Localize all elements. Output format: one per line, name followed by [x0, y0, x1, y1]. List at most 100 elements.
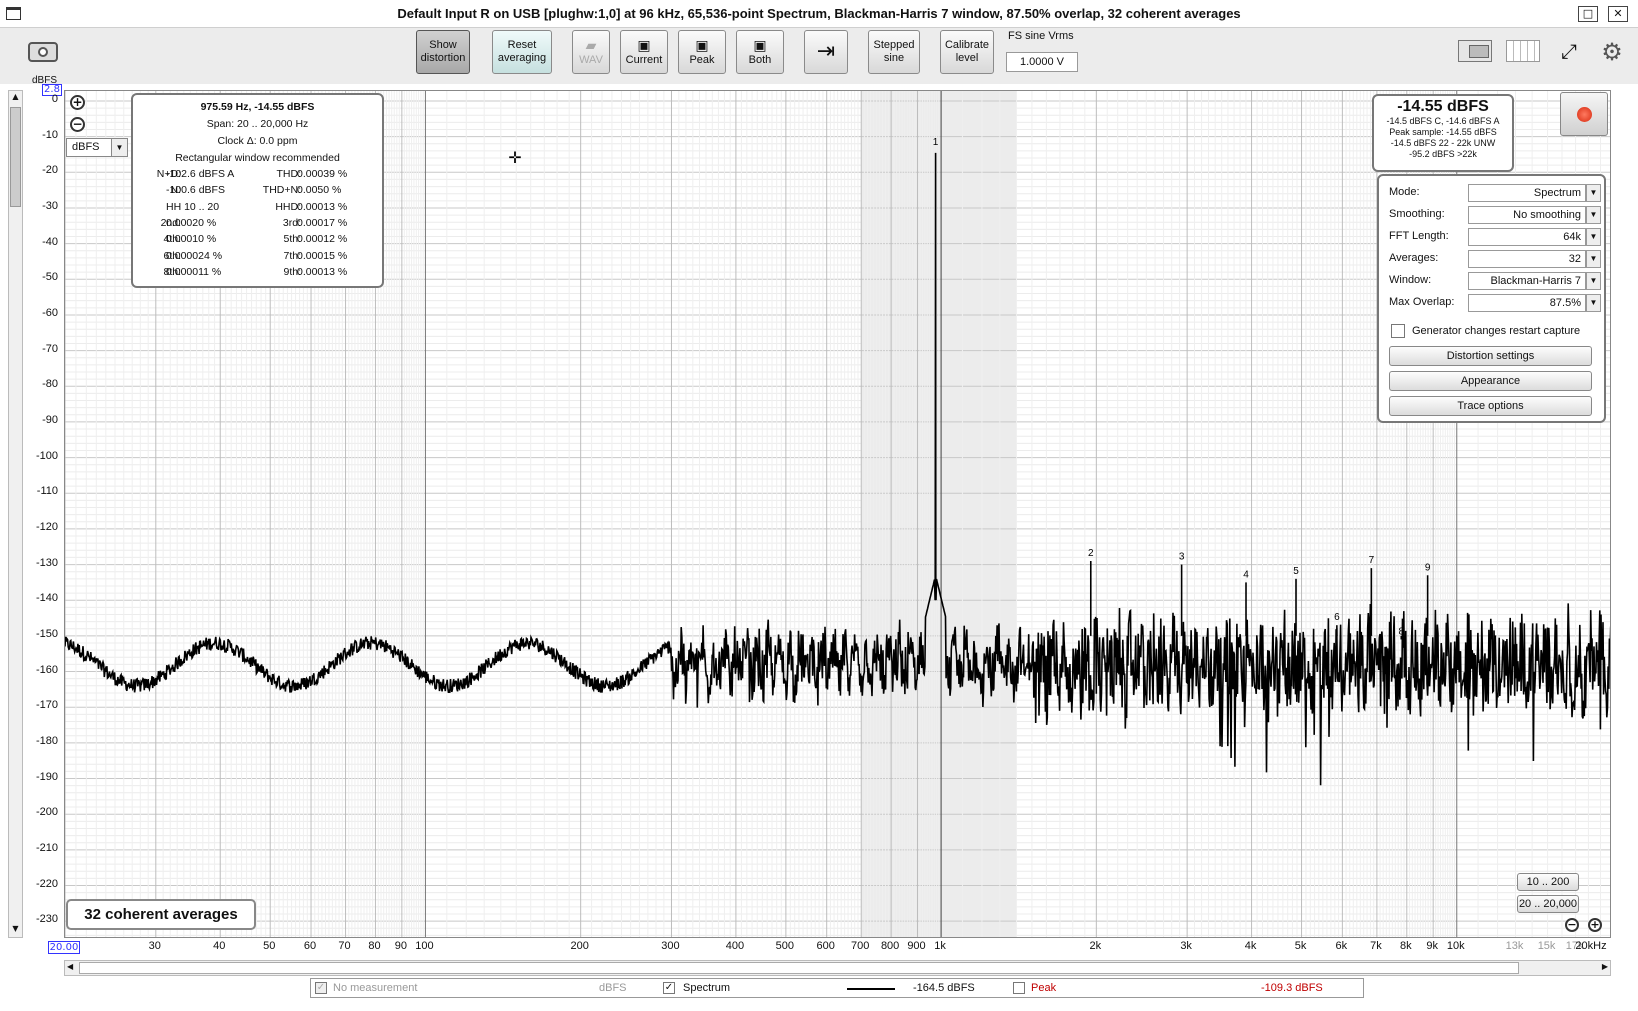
- y-tick-label: -210: [35, 841, 58, 854]
- x-tick-label: 400: [725, 940, 745, 952]
- chevron-down-icon[interactable]: ▼: [1586, 206, 1601, 224]
- spectrum-value: -164.5 dBFS: [913, 982, 975, 994]
- close-button[interactable]: ✕: [1608, 6, 1628, 22]
- distortion-settings-button[interactable]: Distortion settings: [1389, 346, 1592, 366]
- y-tick-label: -170: [35, 699, 58, 712]
- save-peak-button[interactable]: ▣ Peak: [678, 30, 726, 74]
- save-both-button[interactable]: ▣ Both: [736, 30, 784, 74]
- scroll-thumb[interactable]: [10, 107, 21, 207]
- import-button[interactable]: ⇥: [804, 30, 848, 74]
- x-tick-label: 30: [148, 940, 161, 952]
- no-measurement-checkbox[interactable]: ✓: [315, 982, 327, 994]
- title-bar: Default Input R on USB [plughw:1,0] at 9…: [0, 0, 1638, 28]
- import-icon: ⇥: [816, 38, 836, 63]
- chevron-down-icon[interactable]: ▼: [1586, 228, 1601, 246]
- scroll-down-icon[interactable]: ▼: [10, 924, 21, 936]
- scroll-right-icon[interactable]: ▶: [1602, 962, 1608, 971]
- setting-row: Window: Blackman-Harris 7 ▼: [1389, 272, 1601, 290]
- distortion-header: 975.59 Hz, -14.55 dBFS: [200, 101, 315, 113]
- gear-icon[interactable]: ⚙: [1598, 38, 1626, 66]
- fundamental-label: 1: [933, 137, 939, 148]
- peak-checkbox[interactable]: [1013, 982, 1025, 994]
- setting-select[interactable]: 64k: [1468, 228, 1586, 246]
- y-tick-label: -70: [42, 342, 58, 355]
- chevron-down-icon: ▼: [111, 139, 127, 156]
- expand-arrows-icon[interactable]: ⤢: [1552, 38, 1586, 64]
- setting-row: FFT Length: 64k ▼: [1389, 228, 1601, 246]
- x-tick-label: 10k: [1446, 940, 1465, 952]
- scroll-left-icon[interactable]: ◀: [67, 962, 73, 971]
- show-distortion-button[interactable]: Show distortion: [416, 30, 470, 74]
- setting-select[interactable]: Spectrum: [1468, 184, 1586, 202]
- y-tick-label: -130: [35, 556, 58, 569]
- y-tick-label: -110: [36, 485, 58, 498]
- crosshair-icon: ✛: [508, 148, 521, 167]
- setting-select[interactable]: 32: [1468, 250, 1586, 268]
- harmonic-label: 7: [1369, 555, 1375, 566]
- x-left-value[interactable]: 20.00: [48, 941, 80, 954]
- zoom-out-icon[interactable]: −: [70, 117, 85, 132]
- save-current-button[interactable]: ▣ Current: [620, 30, 668, 74]
- level-line: -14.5 dBFS C, -14.6 dBFS A: [1386, 116, 1500, 126]
- spectrum-checkbox[interactable]: ✓: [663, 982, 675, 994]
- range-20-20000-button[interactable]: 20 .. 20,000: [1517, 895, 1579, 913]
- harmonic-label: 2: [1088, 548, 1094, 559]
- x-tick-label: 1k: [934, 940, 946, 952]
- restart-capture-checkbox[interactable]: [1391, 324, 1405, 338]
- floppy-icon: ▣: [637, 36, 651, 53]
- range-10-200-button[interactable]: 10 .. 200: [1517, 873, 1579, 891]
- appearance-button[interactable]: Appearance: [1389, 371, 1592, 391]
- scroll-up-icon[interactable]: ▲: [10, 92, 21, 104]
- maximize-button[interactable]: □: [1578, 6, 1598, 22]
- distortion-metric-value: 0.00015 %: [297, 249, 348, 262]
- chevron-down-icon[interactable]: ▼: [1586, 250, 1601, 268]
- y-tick-label: -180: [35, 734, 58, 747]
- camera-icon[interactable]: [28, 42, 58, 62]
- harmonic-label: 5: [1293, 566, 1299, 577]
- x-tick-label: 4k: [1244, 940, 1257, 952]
- vertical-scrollbar[interactable]: ▲ ▼: [8, 90, 23, 938]
- setting-row: Mode: Spectrum ▼: [1389, 184, 1601, 202]
- trace-options-button[interactable]: Trace options: [1389, 396, 1592, 416]
- fs-sine-input[interactable]: 1.0000 V: [1006, 52, 1078, 72]
- setting-label: Mode:: [1389, 186, 1420, 198]
- setting-select[interactable]: No smoothing: [1468, 206, 1586, 224]
- distortion-metric-label: HHD:: [275, 200, 301, 213]
- record-button[interactable]: [1560, 92, 1608, 136]
- units-select[interactable]: dBFS ▼: [66, 138, 128, 157]
- stepped-sine-button[interactable]: Stepped sine: [868, 30, 920, 74]
- x-zoom-in-icon[interactable]: +: [1588, 918, 1602, 932]
- distortion-metric-label: 9th:: [283, 265, 301, 278]
- setting-row: Smoothing: No smoothing ▼: [1389, 206, 1601, 224]
- record-icon: [1577, 107, 1592, 122]
- chevron-down-icon[interactable]: ▼: [1586, 184, 1601, 202]
- setting-row: Averages: 32 ▼: [1389, 250, 1601, 268]
- level-panel: -14.55 dBFS -14.5 dBFS C, -14.6 dBFS A P…: [1372, 94, 1514, 172]
- level-line: -14.5 dBFS 22 - 22k UNW: [1390, 138, 1496, 148]
- setting-label: Averages:: [1389, 252, 1439, 264]
- peak-value: -109.3 dBFS: [1261, 982, 1323, 994]
- horizontal-scrollbar[interactable]: ◀ ▶: [64, 960, 1611, 976]
- x-axis-labels: 30 40 50 60 70 80 90 100 200 300 400 500 600 700 800 90…: [64, 940, 1611, 956]
- setting-select[interactable]: Blackman-Harris 7: [1468, 272, 1586, 290]
- x-zoom-out-icon[interactable]: −: [1565, 918, 1579, 932]
- y-tick-label: -40: [42, 235, 58, 248]
- zoom-in-icon[interactable]: +: [70, 95, 85, 110]
- span-text: Span: 20 .. 20,000 Hz: [206, 118, 309, 130]
- layout-icon[interactable]: [1458, 40, 1492, 62]
- legend-bar: ✓ No measurement dBFS ✓ Spectrum -164.5 …: [310, 978, 1364, 998]
- chevron-down-icon[interactable]: ▼: [1586, 294, 1601, 312]
- columns-icon[interactable]: [1506, 40, 1540, 62]
- scroll-thumb[interactable]: [79, 962, 1519, 974]
- save-wav-button[interactable]: ▰ WAV: [572, 30, 610, 74]
- x-tick-label: 100: [415, 940, 434, 952]
- y-tick-label: -220: [35, 877, 58, 890]
- y-tick-label: -150: [35, 627, 58, 640]
- chevron-down-icon[interactable]: ▼: [1586, 272, 1601, 290]
- reset-averaging-button[interactable]: Reset averaging: [492, 30, 552, 74]
- calibrate-level-button[interactable]: Calibrate level: [940, 30, 994, 74]
- distortion-metric-value: 0.00012 %: [297, 233, 348, 246]
- setting-select[interactable]: 87.5%: [1468, 294, 1586, 312]
- y-tick-label: -200: [35, 806, 58, 819]
- y-tick-label: 0: [51, 92, 58, 105]
